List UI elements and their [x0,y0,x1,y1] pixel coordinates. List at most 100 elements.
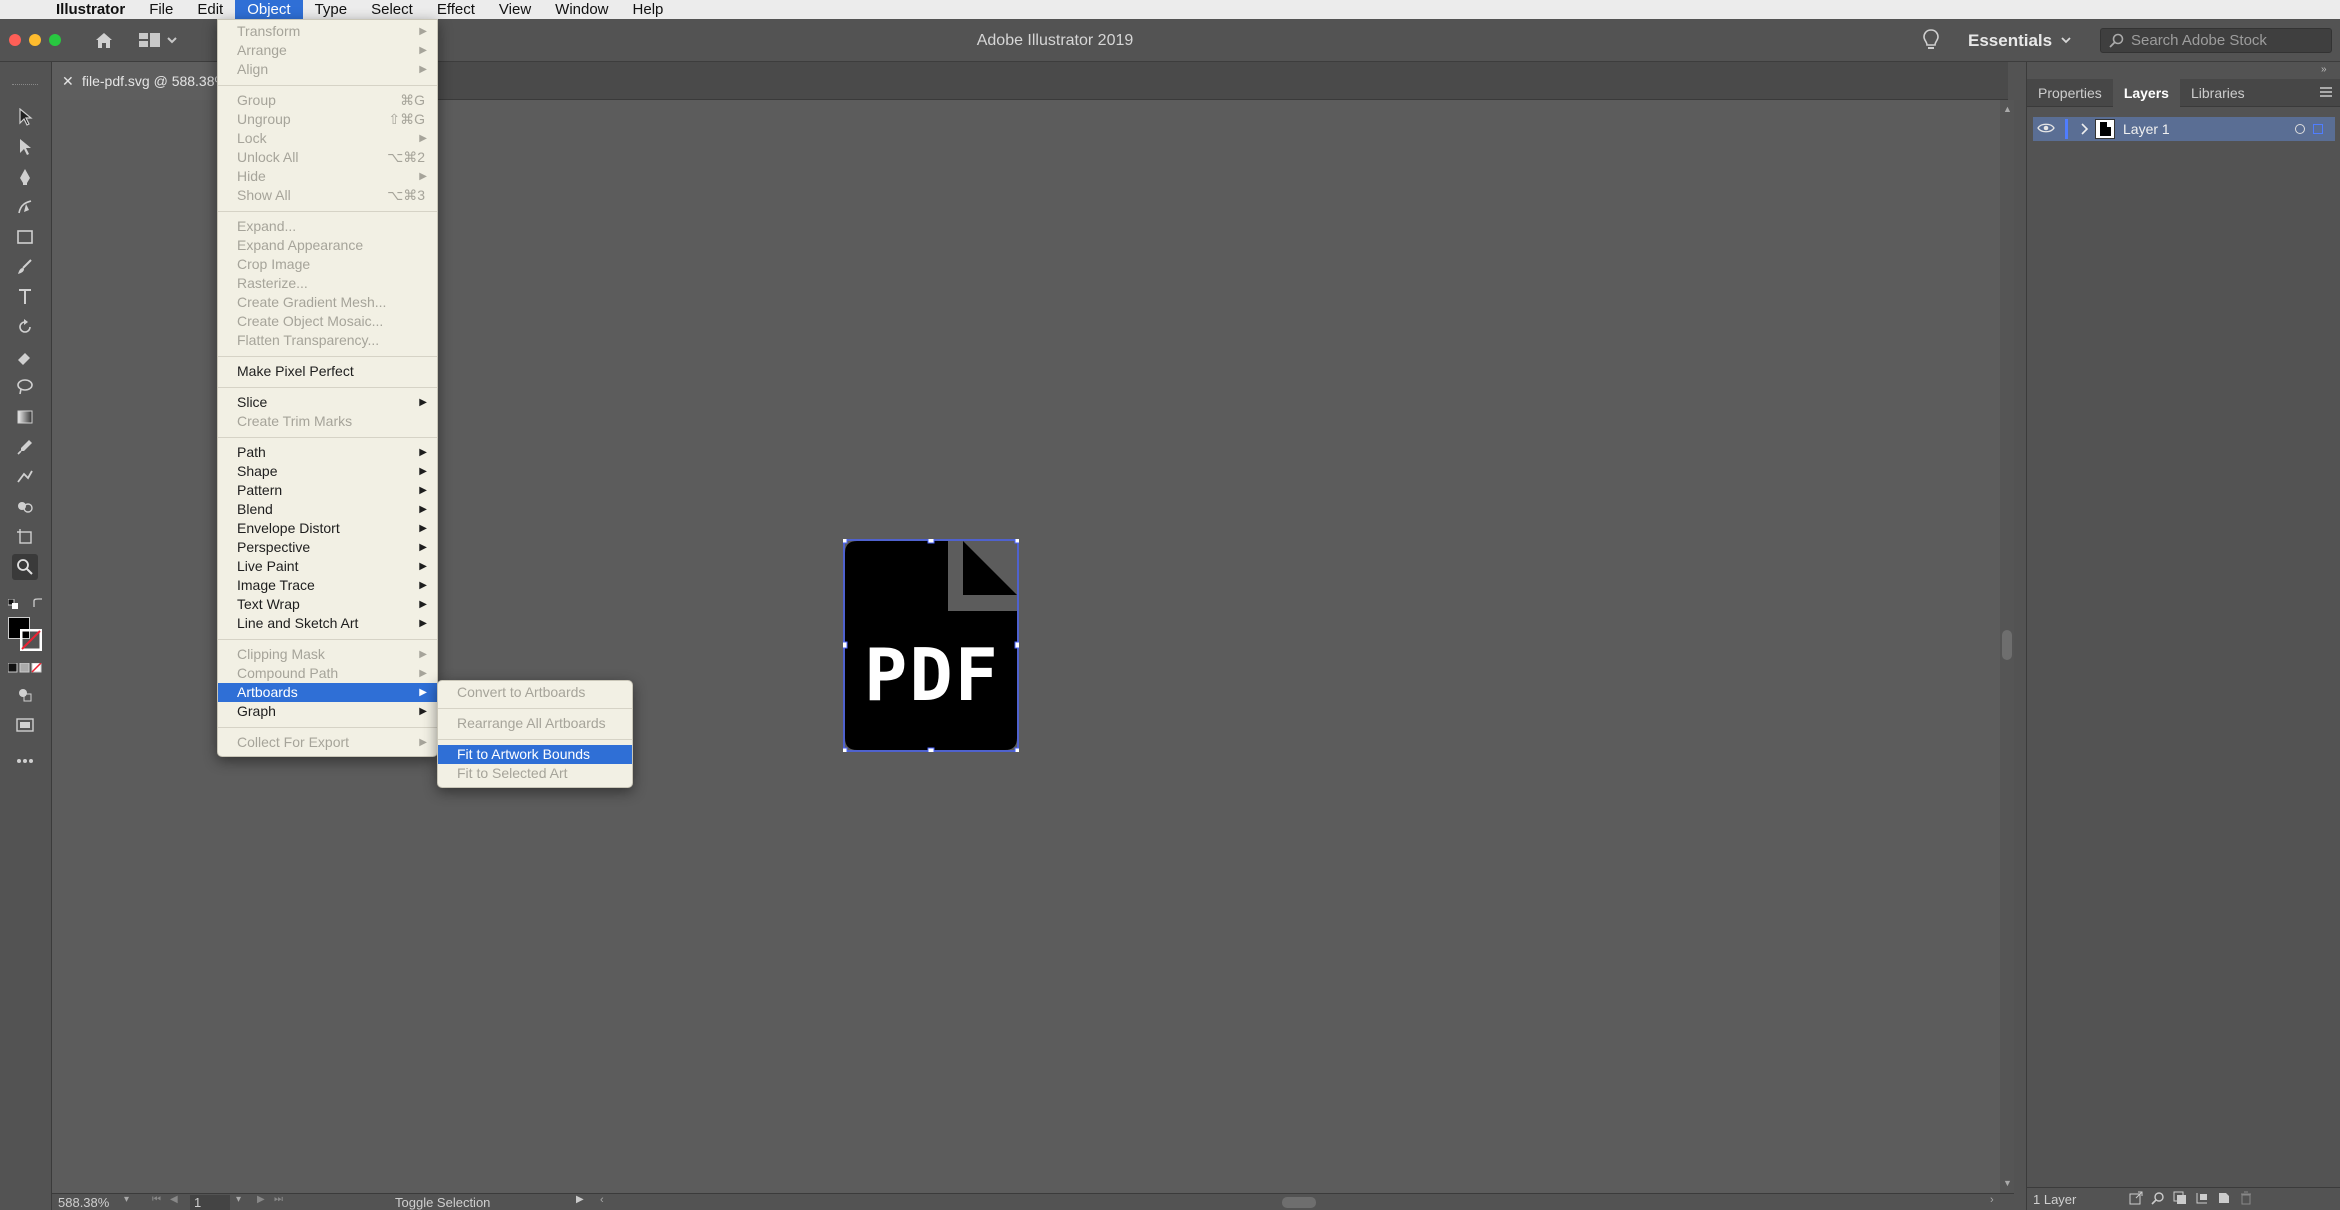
menu-type[interactable]: Type [303,0,360,19]
menu-item-crop-image[interactable]: Crop Image [218,255,437,274]
delete-layer-icon[interactable] [2239,1191,2253,1208]
menu-item-create-trim-marks[interactable]: Create Trim Marks [218,412,437,431]
artboard-number-field[interactable]: 1 [190,1195,230,1210]
default-colors-icon[interactable] [7,596,18,609]
direct-selection-tool-icon[interactable] [12,134,38,160]
rectangle-tool-icon[interactable] [12,224,38,250]
menu-item-unlock-all[interactable]: Unlock All ⌥⌘2 [218,148,437,167]
rotate-tool-icon[interactable] [12,314,38,340]
screen-mode-icon[interactable] [12,712,38,738]
menu-item-make-pixel-perfect[interactable]: Make Pixel Perfect [218,362,437,381]
menu-item-line-and-sketch-art[interactable]: Line and Sketch Art ▶ [218,614,437,633]
scroll-up-arrow-icon[interactable]: ▲ [2003,104,2012,114]
layer-target-icon[interactable] [2295,124,2305,134]
menu-item-convert-to-artboards[interactable]: Convert to Artboards [438,683,632,702]
menu-help[interactable]: Help [621,0,676,19]
menu-item-expand[interactable]: Expand... [218,217,437,236]
menu-view[interactable]: View [487,0,543,19]
menu-item-live-paint[interactable]: Live Paint ▶ [218,557,437,576]
menu-item-slice[interactable]: Slice ▶ [218,393,437,412]
menu-item-lock[interactable]: Lock ▶ [218,129,437,148]
close-tab-icon[interactable]: ✕ [62,62,74,100]
chevron-down-icon[interactable] [2060,33,2072,51]
menu-item-image-trace[interactable]: Image Trace ▶ [218,576,437,595]
menu-item-align[interactable]: Align ▶ [218,60,437,79]
menu-illustrator[interactable]: Illustrator [44,0,137,19]
menu-item-clipping-mask[interactable]: Clipping Mask ▶ [218,645,437,664]
locate-object-icon[interactable] [2151,1191,2165,1208]
menu-item-rasterize[interactable]: Rasterize... [218,274,437,293]
curvature-tool-icon[interactable] [12,194,38,220]
menu-item-create-object-mosaic[interactable]: Create Object Mosaic... [218,312,437,331]
more-tools-icon[interactable] [12,748,38,774]
tab-properties[interactable]: Properties [2027,79,2113,107]
lasso-tool-icon[interactable] [12,374,38,400]
selection-tool-icon[interactable] [12,104,38,130]
menu-item-fit-to-artwork-bounds[interactable]: Fit to Artwork Bounds [438,745,632,764]
vertical-scrollbar-thumb[interactable] [2002,630,2012,660]
stock-search-input[interactable] [2131,29,2326,52]
eraser-tool-icon[interactable] [12,344,38,370]
new-sublayer-icon[interactable] [2195,1191,2209,1208]
menu-item-artboards[interactable]: Artboards ▶ [218,683,437,702]
menu-item-graph[interactable]: Graph ▶ [218,702,437,721]
menu-item-path[interactable]: Path ▶ [218,443,437,462]
menu-object[interactable]: Object [235,0,303,19]
eyedropper-tool-icon[interactable] [12,434,38,460]
workspace-switcher[interactable]: Essentials [1968,19,2052,62]
type-tool-icon[interactable] [12,284,38,310]
zoom-level[interactable]: 588.38% [58,1195,109,1210]
menu-window[interactable]: Window [543,0,620,19]
menu-item-envelope-distort[interactable]: Envelope Distort ▶ [218,519,437,538]
menu-file[interactable]: File [137,0,185,19]
pen-tool-icon[interactable] [12,164,38,190]
layer-row[interactable]: Layer 1 [2033,117,2335,141]
gradient-tool-icon[interactable] [12,404,38,430]
stock-search-box[interactable] [2100,28,2332,53]
vertical-scrollbar[interactable]: ▲ ▼ [2000,100,2014,1193]
clipping-mask-icon[interactable] [2173,1191,2187,1208]
scroll-right-arrow-icon[interactable]: › [1990,1194,1994,1206]
menu-item-expand-appearance[interactable]: Expand Appearance [218,236,437,255]
horizontal-scrollbar-thumb[interactable] [1282,1197,1316,1208]
menu-item-arrange[interactable]: Arrange ▶ [218,41,437,60]
zoom-tool-icon[interactable] [12,554,38,580]
export-icon[interactable] [2129,1191,2143,1208]
menu-effect[interactable]: Effect [425,0,487,19]
menu-item-group[interactable]: Group ⌘G [218,91,437,110]
collapse-panel-icon[interactable]: » [2321,64,2327,75]
scroll-left-arrow-icon[interactable]: ‹ [600,1194,604,1206]
menu-item-compound-path[interactable]: Compound Path ▶ [218,664,437,683]
document-tab[interactable]: ✕ file-pdf.svg @ 588.38% (RGB/GPU Previe… [52,62,222,100]
paintbrush-tool-icon[interactable] [12,254,38,280]
shape-builder-tool-icon[interactable] [12,494,38,520]
menu-select[interactable]: Select [359,0,425,19]
next-artboard-icon[interactable]: ▶ [257,1194,265,1205]
menu-item-ungroup[interactable]: Ungroup ⇧⌘G [218,110,437,129]
color-mode-buttons[interactable] [7,660,42,673]
drawing-mode-icon[interactable] [12,682,38,708]
artboard-dropdown-icon[interactable]: ▾ [236,1194,241,1205]
menu-item-text-wrap[interactable]: Text Wrap ▶ [218,595,437,614]
menu-item-shape[interactable]: Shape ▶ [218,462,437,481]
tab-libraries[interactable]: Libraries [2180,79,2256,107]
status-menu-arrow-icon[interactable]: ▶ [576,1194,584,1205]
panel-menu-icon[interactable] [2319,85,2333,104]
layer-name[interactable]: Layer 1 [2123,117,2170,141]
menu-item-show-all[interactable]: Show All ⌥⌘3 [218,186,437,205]
puppet-warp-tool-icon[interactable] [12,464,38,490]
layer-selection-indicator[interactable] [2313,124,2323,134]
new-layer-icon[interactable] [2217,1191,2231,1208]
previous-artboard-icon[interactable]: ◀ [170,1194,178,1205]
lightbulb-icon[interactable] [1922,28,1940,57]
expand-layer-chevron-icon[interactable] [2079,122,2089,141]
menu-item-hide[interactable]: Hide ▶ [218,167,437,186]
first-artboard-icon[interactable]: ⏮ [152,1194,161,1205]
menu-item-transform[interactable]: Transform ▶ [218,22,437,41]
menu-item-flatten-transparency[interactable]: Flatten Transparency... [218,331,437,350]
tab-layers[interactable]: Layers [2112,79,2180,107]
toolbar-grip[interactable] [12,84,38,88]
swap-colors-icon[interactable] [32,596,44,608]
menu-item-collect-for-export[interactable]: Collect For Export ▶ [218,733,437,752]
artboard-tool-icon[interactable] [12,524,38,550]
